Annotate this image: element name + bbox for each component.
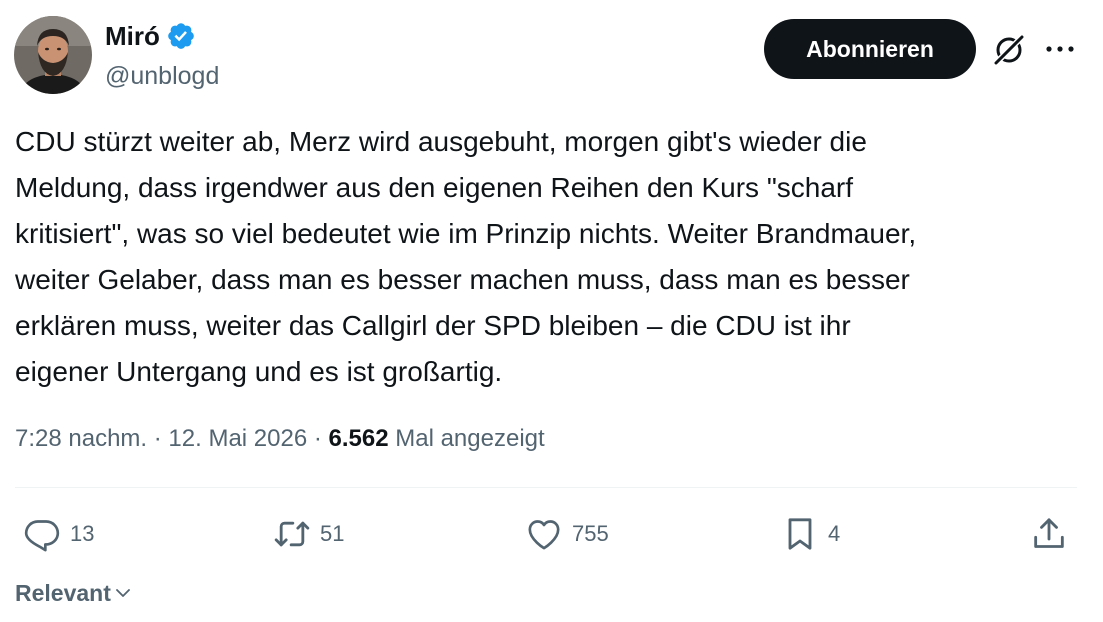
tweet-date[interactable]: 12. Mai 2026	[168, 425, 307, 452]
sort-label: Relevant	[15, 580, 111, 606]
author-handle[interactable]: @unblogd	[105, 59, 219, 93]
share-button[interactable]	[1029, 512, 1069, 556]
reply-sort-dropdown[interactable]: Relevant	[15, 577, 133, 609]
bookmark-button[interactable]: 4	[780, 512, 840, 556]
reply-button[interactable]: 13	[22, 512, 94, 556]
chevron-down-icon	[115, 589, 130, 597]
follow-button[interactable]: Abonnieren	[764, 19, 976, 79]
retweet-button[interactable]: 51	[272, 512, 344, 556]
bookmark-icon	[788, 518, 812, 550]
grok-icon[interactable]	[992, 33, 1026, 67]
views-label: Mal angezeigt	[388, 425, 545, 452]
divider	[15, 487, 1077, 488]
like-count: 755	[572, 521, 609, 546]
retweet-icon	[274, 521, 310, 547]
display-name[interactable]: Miró	[105, 19, 160, 53]
share-icon	[1034, 518, 1064, 548]
avatar-image	[14, 16, 92, 94]
author-name-row[interactable]: Miró	[105, 19, 196, 53]
avatar[interactable]	[14, 16, 92, 94]
views-count: 6.562	[328, 425, 389, 452]
tweet-text: CDU stürzt weiter ab, Merz wird ausgebuh…	[15, 126, 917, 387]
more-options-icon[interactable]	[1043, 40, 1077, 58]
tweet-meta: 7:28 nachm. · 12. Mai 2026 · 6.562 Mal a…	[15, 422, 545, 456]
reply-icon	[24, 520, 60, 552]
heart-icon	[528, 520, 560, 550]
reply-count: 13	[70, 521, 95, 546]
retweet-count: 51	[320, 521, 345, 546]
meta-separator-2: ·	[307, 425, 329, 452]
like-button[interactable]: 755	[524, 512, 609, 556]
tweet-time[interactable]: 7:28 nachm.	[15, 425, 147, 452]
verified-badge-icon[interactable]	[166, 21, 196, 51]
bookmark-count: 4	[828, 521, 841, 546]
meta-separator: ·	[147, 425, 169, 452]
